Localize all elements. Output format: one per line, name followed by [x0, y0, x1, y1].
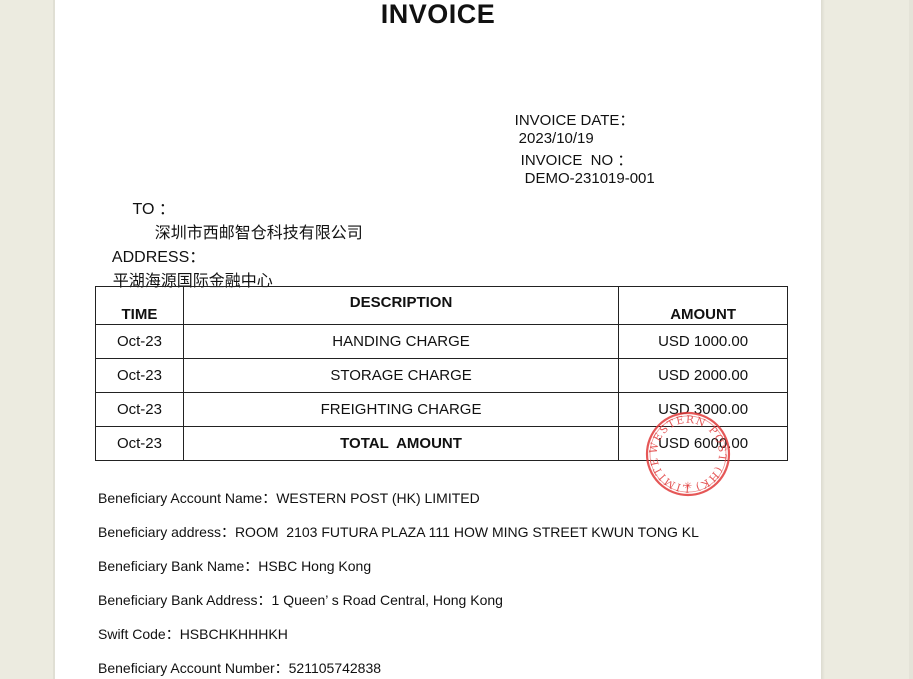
beneficiary-bank-address: Beneficiary Bank Address：1 Queen’ s Road… — [98, 592, 503, 608]
document-page: INVOICE INVOICE DATE： 2023/10/19 INVOICE… — [55, 0, 821, 679]
invoice-number-label: INVOICE NO ： — [520, 152, 633, 169]
cell-description: FREIGHTING CHARGE — [182, 392, 620, 427]
beneficiary-account-number: Beneficiary Account Number：521105742838 — [98, 660, 382, 676]
total-time: Oct-23 — [95, 426, 184, 461]
beneficiary-address: Beneficiary address：ROOM 2103 FUTURA PLA… — [98, 524, 699, 540]
invoice-number-row: INVOICE NO ： DEMO-231019-001 — [504, 132, 655, 204]
cell-amount: USD 1000.00 — [618, 324, 788, 359]
total-label: TOTAL AMOUNT — [182, 426, 620, 461]
invoice-date-label: INVOICE DATE： — [514, 112, 635, 129]
table-row: Oct-23 STORAGE CHARGE USD 2000.00 — [95, 358, 788, 393]
swift-code: Swift Code：HSBCHKHHHKH — [98, 626, 288, 642]
vertical-scrollbar[interactable] — [909, 0, 913, 679]
cell-amount: USD 2000.00 — [618, 358, 788, 393]
beneficiary-account-name: Beneficiary Account Name：WESTERN POST (H… — [98, 490, 480, 506]
header-time: TIME — [95, 286, 184, 325]
cell-time: Oct-23 — [95, 392, 184, 427]
address-label: ADDRESS： — [111, 249, 206, 266]
header-description: DESCRIPTION — [182, 286, 620, 325]
table-header-row: TIME DESCRIPTION AMOUNT — [95, 286, 788, 325]
cell-description: STORAGE CHARGE — [182, 358, 620, 393]
page-shadow-right — [821, 0, 825, 679]
table-row: Oct-23 HANDING CHARGE USD 1000.00 — [95, 324, 788, 359]
invoice-number-value: DEMO-231019-001 — [524, 170, 655, 187]
stamp-star-icon: ✳ — [684, 481, 692, 492]
header-amount: AMOUNT — [618, 286, 788, 325]
cell-time: Oct-23 — [95, 324, 184, 359]
cell-time: Oct-23 — [95, 358, 184, 393]
beneficiary-bank-name: Beneficiary Bank Name：HSBC Hong Kong — [98, 558, 372, 574]
cell-description: HANDING CHARGE — [182, 324, 620, 359]
to-label: TO ： — [132, 201, 175, 218]
invoice-title: INVOICE — [380, 0, 496, 29]
company-seal-stamp: WESTERN POST (HK) LIMITED ✳ — [644, 410, 731, 497]
